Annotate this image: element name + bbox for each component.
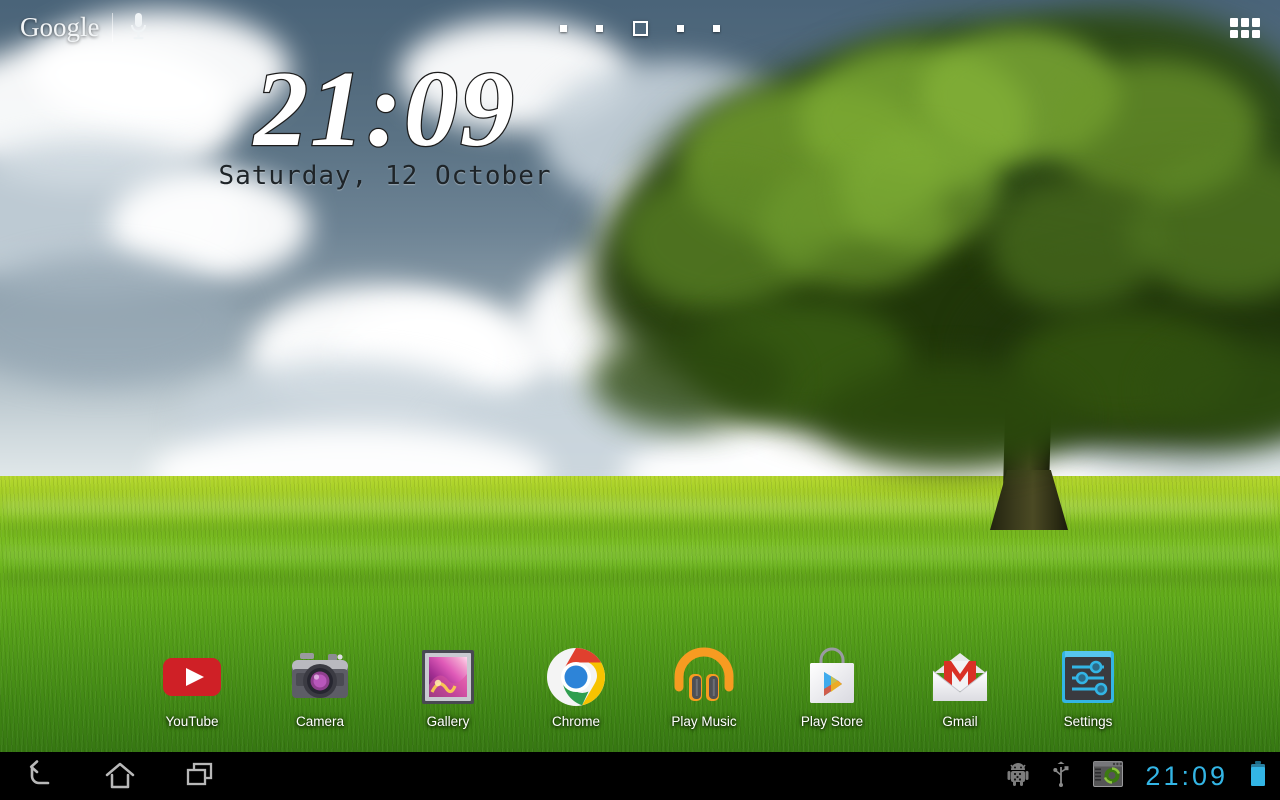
page-dot-5[interactable] [713, 24, 720, 32]
play-store-icon[interactable] [800, 645, 864, 709]
dock-item-youtube[interactable]: YouTube [137, 645, 247, 729]
page-dot-1[interactable] [560, 24, 567, 32]
camera-icon[interactable] [288, 645, 352, 709]
clock-time: 21:09 [253, 50, 516, 169]
dock-item-chrome[interactable]: Chrome [521, 645, 631, 729]
gallery-icon[interactable] [416, 645, 480, 709]
dock-item-play-store[interactable]: Play Store [777, 645, 887, 729]
dock-item-play-music[interactable]: Play Music [649, 645, 759, 729]
clock-widget[interactable]: 21:09 Saturday, 12 October [190, 50, 580, 192]
dock-label: Play Music [671, 714, 737, 729]
tree [590, 0, 1280, 530]
home-button[interactable] [103, 760, 137, 792]
microphone-icon[interactable] [129, 12, 148, 43]
page-dot-3-active[interactable] [632, 20, 648, 36]
page-dot-4[interactable] [676, 24, 684, 32]
gmail-icon[interactable] [928, 645, 992, 709]
battery-full-icon[interactable] [1250, 760, 1266, 792]
app-dock: YouTube Camera Gallery Chrome Play Music… [0, 645, 1280, 745]
play-music-icon[interactable] [672, 645, 736, 709]
dock-label: Chrome [551, 714, 600, 729]
status-icons[interactable]: 21:09 [1007, 752, 1280, 800]
system-navigation-bar: 21:09 [0, 752, 1280, 800]
search-divider [112, 13, 113, 42]
chrome-icon[interactable] [544, 645, 608, 709]
dock-label: Camera [295, 714, 344, 729]
dock-item-gallery[interactable]: Gallery [393, 645, 503, 729]
dock-label: YouTube [165, 714, 219, 729]
sync-window-icon[interactable] [1093, 760, 1124, 792]
page-dot-2[interactable] [596, 24, 604, 32]
recents-button[interactable] [183, 760, 217, 792]
dock-label: Play Store [800, 714, 864, 729]
dock-label: Settings [1063, 714, 1113, 729]
android-debug-icon[interactable] [1007, 761, 1029, 792]
youtube-icon[interactable] [160, 645, 224, 709]
status-bar-clock[interactable]: 21:09 [1145, 762, 1228, 790]
dock-item-gmail[interactable]: Gmail [905, 645, 1015, 729]
home-screen: Google 21:09 Saturday, 12 October YouTub… [0, 0, 1280, 800]
google-logo[interactable]: Google [20, 14, 99, 41]
dock-item-camera[interactable]: Camera [265, 645, 375, 729]
google-search-widget[interactable]: Google [0, 0, 230, 56]
clock-date: Saturday, 12 October [218, 161, 552, 192]
apps-grid-icon[interactable] [1230, 18, 1260, 38]
back-button[interactable] [23, 760, 57, 792]
page-indicator [560, 20, 720, 36]
usb-icon[interactable] [1051, 761, 1071, 792]
dock-label: Gmail [942, 714, 978, 729]
dock-item-settings[interactable]: Settings [1033, 645, 1143, 729]
dock-label: Gallery [426, 714, 470, 729]
settings-icon[interactable] [1056, 645, 1120, 709]
